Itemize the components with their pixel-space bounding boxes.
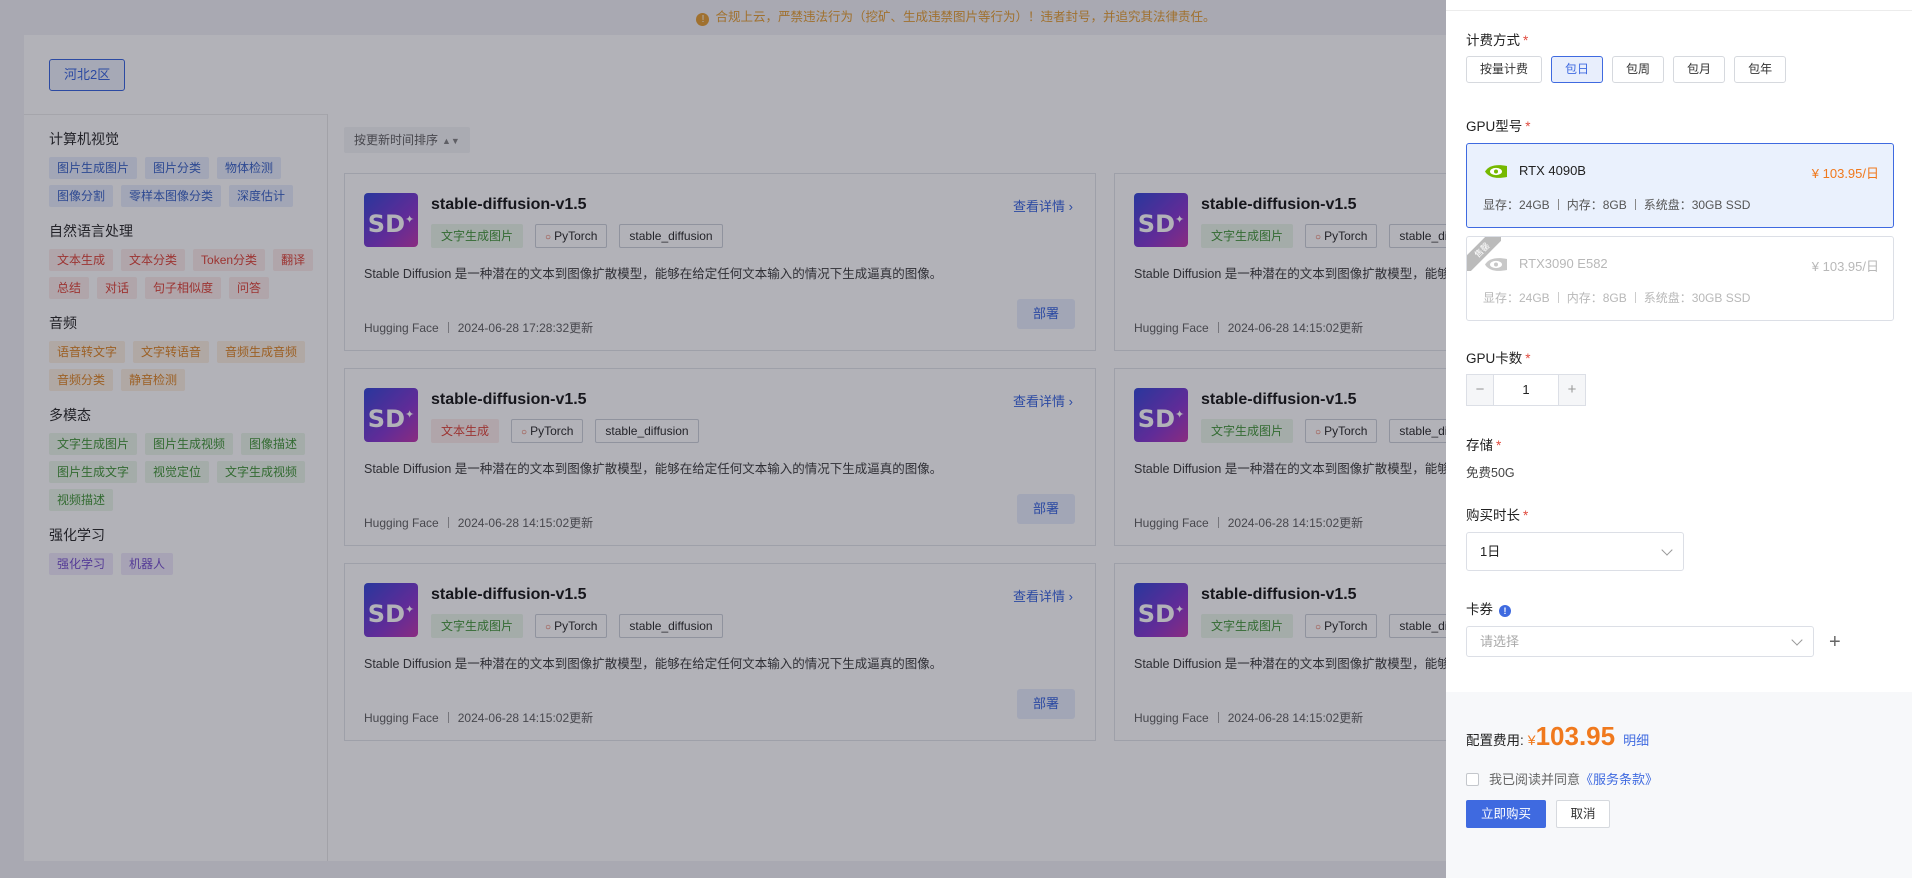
decrement-button[interactable]: −: [1466, 374, 1494, 406]
gpu-spec-disk: 系统盘：30GB SSD: [1643, 291, 1751, 305]
billing-label: 计费方式 *: [1466, 33, 1529, 48]
purchase-drawer: 计费方式 * 按量计费 包日 包周 包月 包年 GPU型号 * RTX 4090B ¥ 103…: [1446, 0, 1912, 878]
drawer-footer: 配置费用: ¥103.95 明细 我已阅读并同意《服务条款》 立即购买 取消: [1446, 692, 1912, 878]
chevron-down-icon: [1661, 544, 1673, 556]
gpu-specs: 显存：24GB 内存：8GB 系统盘：30GB SSD: [1483, 289, 1750, 306]
gpu-specs: 显存：24GB 内存：8GB 系统盘：30GB SSD: [1483, 196, 1750, 213]
storage-label: 存储 *: [1466, 438, 1502, 453]
config-fee: 配置费用: ¥103.95 明细: [1466, 721, 1649, 752]
billing-option[interactable]: 包周: [1612, 56, 1665, 83]
terms-agreement: 我已阅读并同意《服务条款》: [1466, 769, 1658, 788]
duration-select[interactable]: 1日: [1466, 532, 1684, 571]
gpu-price: ¥ 103.95/日: [1811, 259, 1879, 274]
sold-out-ribbon: 售罄: [1467, 237, 1501, 271]
billing-option[interactable]: 包年: [1734, 56, 1787, 83]
nvidia-icon: [1485, 165, 1507, 178]
info-icon[interactable]: !: [1499, 605, 1511, 617]
fee-detail-link[interactable]: 明细: [1623, 733, 1649, 748]
add-coupon-icon[interactable]: +: [1829, 632, 1841, 652]
terms-link[interactable]: 《服务条款》: [1580, 772, 1658, 787]
gpu-spec-disk: 系统盘：30GB SSD: [1643, 198, 1751, 212]
billing-option[interactable]: 包日: [1551, 56, 1604, 83]
gpu-name: RTX3090 E582: [1519, 256, 1608, 271]
fee-amount: 103.95: [1535, 721, 1616, 751]
billing-option[interactable]: 包月: [1673, 56, 1726, 83]
coupon-placeholder: 请选择: [1480, 634, 1520, 649]
gpu-count-stepper: − 1 +: [1466, 374, 1586, 406]
duration-label: 购买时长 *: [1466, 508, 1529, 523]
gpu-spec-mem: 内存：8GB: [1566, 291, 1627, 305]
cancel-button[interactable]: 取消: [1556, 800, 1610, 828]
buy-now-button[interactable]: 立即购买: [1466, 800, 1546, 828]
gpu-model-label: GPU型号 *: [1466, 119, 1531, 134]
storage-value: 免费50G: [1466, 466, 1515, 480]
duration-value: 1日: [1480, 544, 1501, 559]
gpu-option[interactable]: RTX 4090B ¥ 103.95/日显存：24GB 内存：8GB 系统盘：30GB…: [1466, 143, 1894, 228]
gpu-count-value[interactable]: 1: [1494, 374, 1558, 406]
gpu-spec-vram: 显存：24GB: [1483, 291, 1550, 305]
drawer-divider: [1446, 10, 1912, 11]
coupon-label: 卡券!: [1466, 598, 1511, 618]
billing-options: 按量计费 包日 包周 包月 包年: [1466, 56, 1787, 83]
fee-label: 配置费用:: [1466, 733, 1524, 748]
gpu-count-label: GPU卡数 *: [1466, 351, 1531, 366]
gpu-price: ¥ 103.95/日: [1811, 166, 1879, 181]
fee-currency: ¥: [1527, 732, 1536, 748]
coupon-select[interactable]: 请选择: [1466, 626, 1814, 657]
agree-text: 我已阅读并同意: [1489, 772, 1581, 787]
gpu-spec-mem: 内存：8GB: [1566, 198, 1627, 212]
modal-mask[interactable]: [0, 0, 1446, 878]
gpu-option: 售罄 RTX3090 E582 ¥ 103.95/日显存：24GB 内存：8GB 系统盘…: [1466, 236, 1894, 321]
agree-checkbox[interactable]: [1466, 773, 1479, 786]
gpu-name: RTX 4090B: [1519, 163, 1586, 178]
increment-button[interactable]: +: [1558, 374, 1586, 406]
billing-option[interactable]: 按量计费: [1466, 56, 1543, 83]
gpu-spec-vram: 显存：24GB: [1483, 198, 1550, 212]
chevron-down-icon: [1791, 634, 1803, 646]
